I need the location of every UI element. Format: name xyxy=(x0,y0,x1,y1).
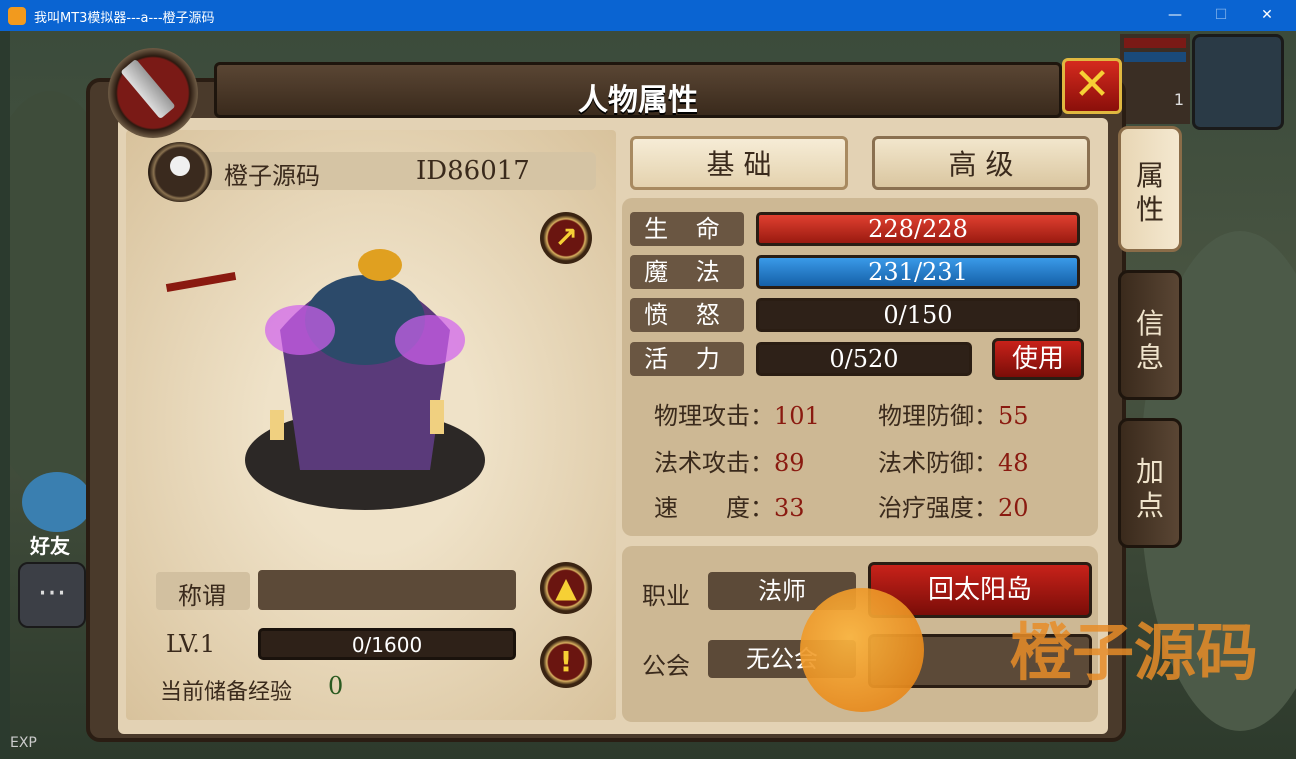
window-titlebar: 我叫MT3模拟器---a---橙子源码 — ☐ ✕ xyxy=(0,0,1296,31)
tab-basic[interactable]: 基 础 xyxy=(630,136,848,190)
exp-bar: 0/1600 xyxy=(258,628,516,660)
side-tab-points-label: 加点 xyxy=(1135,455,1164,522)
guild-label: 公会 xyxy=(642,652,690,680)
portrait-icon[interactable] xyxy=(1192,34,1284,130)
app-icon xyxy=(8,7,26,25)
upgrade-arrow-button[interactable]: ▲ xyxy=(540,562,592,614)
magic-glow xyxy=(265,305,335,355)
window-title: 我叫MT3模拟器---a---橙子源码 xyxy=(34,11,215,26)
side-tab-attributes-label: 属性 xyxy=(1135,159,1164,226)
stored-exp-label: 当前储备经验 xyxy=(160,680,293,705)
phys-def-stat: 物理防御：55 xyxy=(878,396,1029,431)
vigor-value: 0/520 xyxy=(829,345,899,373)
speed-label: 速 度： xyxy=(654,494,774,522)
mp-label: 魔 法 xyxy=(630,255,744,289)
phys-atk-value: 101 xyxy=(774,402,820,430)
maximize-button[interactable]: ☐ xyxy=(1198,0,1244,31)
mag-atk-stat: 法术攻击：89 xyxy=(654,443,805,478)
side-tab-info[interactable]: 信息 xyxy=(1118,270,1182,400)
vigor-label: 活 力 xyxy=(630,342,744,376)
sword-icon xyxy=(108,48,198,138)
tab-advanced[interactable]: 高 级 xyxy=(872,136,1090,190)
candle xyxy=(430,400,444,434)
friends-label: 好友 xyxy=(30,534,70,558)
close-window-button[interactable]: ✕ xyxy=(1244,0,1290,31)
side-tab-points[interactable]: 加点 xyxy=(1118,418,1182,548)
friends-icon[interactable] xyxy=(22,472,92,532)
speed-stat: 速 度：33 xyxy=(654,488,805,523)
heal-label: 治疗强度： xyxy=(878,494,998,522)
heal-stat: 治疗强度：20 xyxy=(878,488,1029,523)
candle xyxy=(270,410,284,440)
watermark-text: 橙子源码 xyxy=(1010,616,1259,689)
heal-value: 20 xyxy=(998,494,1029,522)
hud-corner-number: 1 xyxy=(1173,90,1184,109)
panel-header: 人物属性 xyxy=(214,62,1062,118)
share-button[interactable]: ↗ xyxy=(540,212,592,264)
vigor-bar: 0/520 xyxy=(756,342,972,376)
rage-bar: 0/150 xyxy=(756,298,1080,332)
mag-def-label: 法术防御： xyxy=(878,449,998,477)
hp-bar: 228/228 xyxy=(756,212,1080,246)
game-window: 我叫MT3模拟器---a---橙子源码 — ☐ ✕ 好友 ··· EXP 1 人… xyxy=(0,0,1296,759)
key-icon xyxy=(170,156,190,176)
character-illustration xyxy=(245,249,485,510)
hud-mp-bar xyxy=(1124,52,1186,62)
phys-def-value: 55 xyxy=(998,402,1029,430)
info-exclaim-button[interactable]: ! xyxy=(540,636,592,688)
stored-exp-value: 0 xyxy=(328,672,344,700)
class-label: 职业 xyxy=(642,582,690,610)
avatar[interactable] xyxy=(148,142,212,202)
mag-def-stat: 法术防御：48 xyxy=(878,443,1029,478)
pet-creature xyxy=(358,249,402,281)
close-panel-button[interactable]: ✕ xyxy=(1062,58,1122,114)
phys-def-label: 物理防御： xyxy=(878,402,998,430)
phys-atk-label: 物理攻击： xyxy=(654,402,774,430)
hud-bars: 1 xyxy=(1120,34,1190,124)
minimize-button[interactable]: — xyxy=(1152,0,1198,31)
mag-atk-value: 89 xyxy=(774,449,805,477)
chat-icon[interactable]: ··· xyxy=(18,562,86,628)
mag-atk-label: 法术攻击： xyxy=(654,449,774,477)
rage-value: 0/150 xyxy=(883,301,953,329)
player-name: 橙子源码 xyxy=(224,162,320,190)
level-label: LV.1 xyxy=(166,630,216,658)
mp-value: 231/231 xyxy=(868,258,968,286)
side-tab-attributes[interactable]: 属性 xyxy=(1118,126,1182,252)
watermark-orange-logo xyxy=(800,588,924,712)
rage-label: 愤 怒 xyxy=(630,298,744,332)
phys-atk-stat: 物理攻击：101 xyxy=(654,396,820,431)
panel-title: 人物属性 xyxy=(578,83,698,118)
hud-hp-bar xyxy=(1124,38,1186,48)
speed-value: 33 xyxy=(774,494,805,522)
title-label: 称谓 xyxy=(178,582,226,610)
use-vigor-button[interactable]: 使用 xyxy=(992,338,1084,380)
exp-tag: EXP xyxy=(10,735,37,751)
title-value-field[interactable] xyxy=(258,570,516,610)
side-tab-info-label: 信息 xyxy=(1135,307,1164,374)
magic-glow xyxy=(395,315,465,365)
exp-bar-text: 0/1600 xyxy=(351,633,423,657)
mag-def-value: 48 xyxy=(998,449,1029,477)
hp-value: 228/228 xyxy=(868,215,968,243)
hp-label: 生 命 xyxy=(630,212,744,246)
player-id: ID86017 xyxy=(416,156,530,186)
mp-bar: 231/231 xyxy=(756,255,1080,289)
